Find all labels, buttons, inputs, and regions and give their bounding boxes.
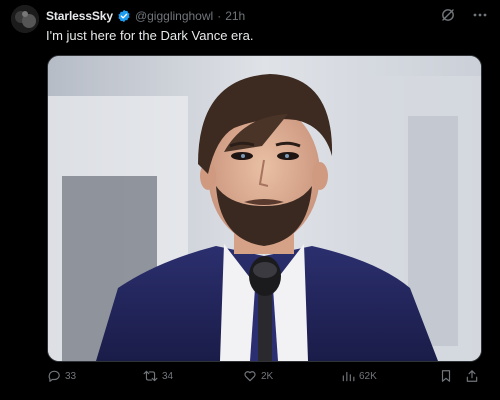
retweet-button[interactable]: 34	[143, 369, 173, 383]
tweet-text: I'm just here for the Dark Vance era.	[46, 28, 254, 43]
views-button[interactable]: 62K	[341, 369, 377, 383]
share-button[interactable]	[465, 369, 479, 383]
like-count: 2K	[261, 370, 274, 382]
views-count: 62K	[359, 370, 377, 382]
grok-icon[interactable]	[440, 7, 456, 23]
reply-count: 33	[65, 370, 77, 382]
timestamp[interactable]: 21h	[225, 9, 245, 23]
more-icon[interactable]	[472, 7, 488, 23]
retweet-count: 34	[162, 370, 174, 382]
tweet-top-actions	[440, 7, 488, 23]
author-handle[interactable]: @gigglinghowl	[135, 9, 213, 23]
tweet-action-bar: 33 34 2K 62K	[47, 367, 487, 389]
reply-icon	[47, 369, 61, 383]
tweet[interactable]: StarlessSky @gigglinghowl · 21h I'm just	[0, 0, 500, 400]
views-icon	[341, 369, 355, 383]
bookmark-button[interactable]	[439, 369, 453, 383]
retweet-icon	[143, 369, 158, 383]
author-name[interactable]: StarlessSky	[46, 9, 113, 23]
reply-button[interactable]: 33	[47, 369, 76, 383]
avatar[interactable]	[11, 5, 39, 33]
like-button[interactable]: 2K	[243, 369, 273, 383]
share-icon	[465, 369, 479, 383]
tweet-header: StarlessSky @gigglinghowl · 21h	[46, 9, 430, 23]
bookmark-icon	[439, 369, 453, 383]
verified-icon	[117, 9, 131, 23]
separator-dot: ·	[217, 9, 222, 23]
like-icon	[243, 369, 257, 383]
tweet-media-photo[interactable]	[47, 55, 482, 362]
